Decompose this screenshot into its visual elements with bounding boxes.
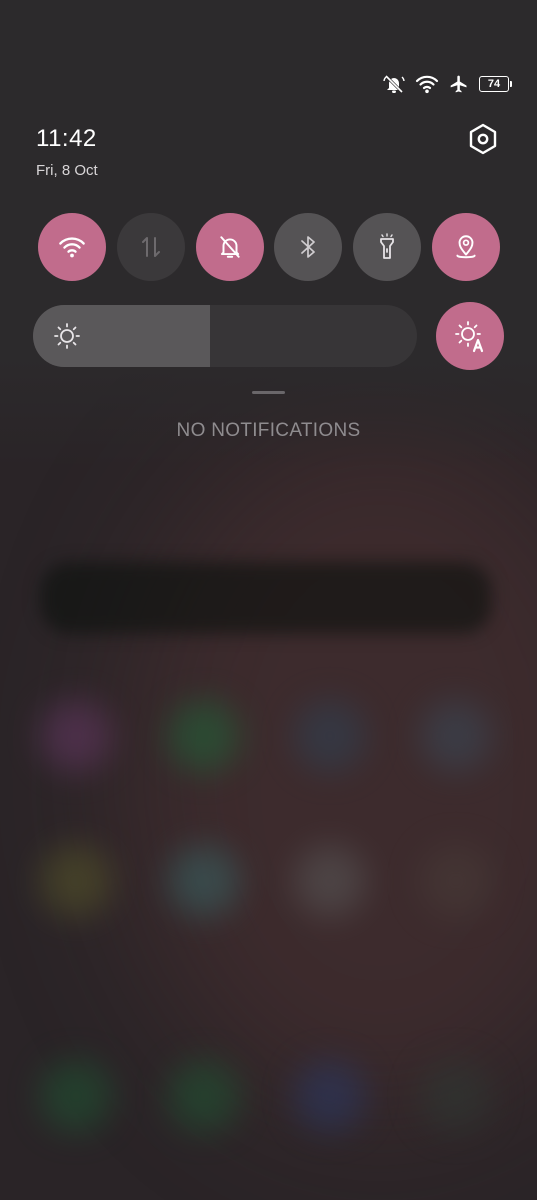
blurred-app-icon [294, 1060, 366, 1132]
settings-hexagon-icon [469, 123, 497, 155]
sun-icon [53, 322, 81, 355]
blurred-app-icon [168, 700, 240, 772]
tile-mobile-data[interactable] [116, 213, 185, 281]
blurred-app-icon [40, 845, 112, 917]
tile-bluetooth[interactable] [274, 213, 343, 281]
blurred-app-icon [40, 1060, 112, 1132]
settings-button[interactable] [464, 120, 502, 158]
location-icon [456, 235, 476, 259]
tile-flashlight[interactable] [353, 213, 422, 281]
blurred-app-icon [40, 700, 112, 772]
no-notifications-text: NO NOTIFICATIONS [176, 420, 361, 441]
tile-silent[interactable] [195, 213, 264, 281]
drag-handle[interactable] [252, 391, 285, 394]
blurred-app-icon [420, 845, 492, 917]
auto-brightness-icon [455, 321, 484, 353]
flashlight-icon [380, 233, 395, 259]
blurred-app-icon [420, 1060, 492, 1132]
tile-location[interactable] [431, 213, 500, 281]
brightness-slider[interactable] [33, 305, 417, 367]
status-bar: 74 [383, 72, 512, 96]
bell-muted-icon [383, 74, 405, 94]
bell-off-icon [219, 236, 240, 258]
blurred-app-icon [168, 1060, 240, 1132]
data-arrows-icon [141, 237, 160, 257]
wifi-icon [415, 74, 439, 94]
blurred-app-icon [294, 845, 366, 917]
tile-wifi[interactable] [38, 213, 106, 281]
quick-settings-tiles [38, 213, 500, 281]
wifi-icon [59, 237, 85, 258]
blurred-search-bar [40, 562, 492, 634]
clock: 11:42 [36, 125, 97, 152]
battery-icon: 74 [479, 76, 512, 92]
bluetooth-icon [301, 236, 316, 258]
blurred-app-icon [168, 845, 240, 917]
airplane-icon [449, 74, 469, 94]
blurred-app-icon [294, 700, 366, 772]
blurred-app-icon [420, 700, 492, 772]
auto-brightness-button[interactable] [436, 302, 504, 370]
date: Fri, 8 Oct [36, 162, 98, 179]
